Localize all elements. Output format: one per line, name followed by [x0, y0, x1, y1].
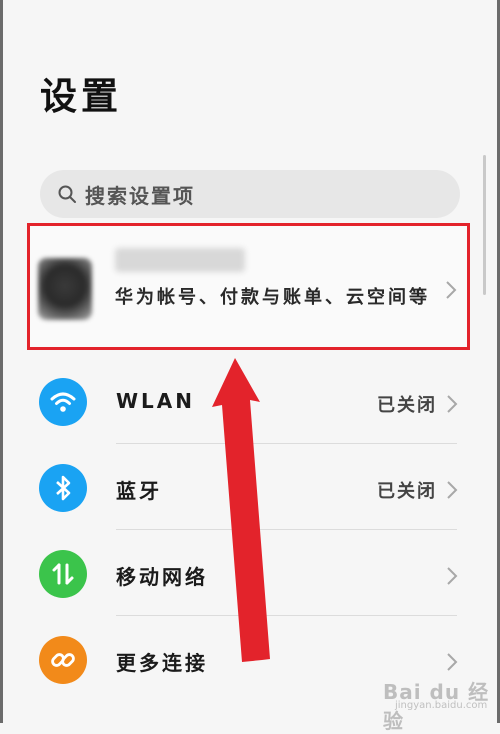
chevron-right-icon — [447, 653, 458, 671]
scrollbar[interactable] — [483, 155, 486, 295]
row-label: 移动网络 — [116, 565, 208, 589]
avatar — [38, 258, 92, 320]
settings-row-mobile-network[interactable]: 移动网络 — [3, 530, 497, 616]
search-bar[interactable]: 搜索设置项 — [40, 170, 460, 218]
page-title: 设置 — [40, 75, 122, 118]
search-icon — [58, 185, 76, 203]
row-label: 蓝牙 — [116, 479, 162, 503]
row-label: 更多连接 — [116, 651, 208, 675]
mobile-network-icon — [39, 550, 87, 598]
row-status: 已关闭 — [377, 395, 437, 416]
account-name-blurred — [115, 248, 245, 272]
account-card[interactable]: 华为帐号、付款与账单、云空间等 — [27, 223, 470, 350]
settings-list: WLAN 已关闭 蓝牙 已关闭 移动网络 更多连接 — [3, 358, 497, 723]
account-description: 华为帐号、付款与账单、云空间等 — [115, 287, 430, 308]
bluetooth-icon — [39, 464, 87, 512]
wifi-icon — [39, 378, 87, 426]
watermark-url: jingyan.baidu.com — [395, 700, 488, 711]
row-status: 已关闭 — [377, 481, 437, 502]
chevron-right-icon — [447, 481, 458, 499]
settings-row-wlan[interactable]: WLAN 已关闭 — [3, 358, 497, 444]
chevron-right-icon — [447, 567, 458, 585]
chevron-right-icon — [446, 281, 457, 299]
row-label: WLAN — [116, 389, 196, 413]
link-icon — [39, 636, 87, 684]
search-placeholder: 搜索设置项 — [85, 183, 195, 208]
chevron-right-icon — [447, 395, 458, 413]
settings-row-bluetooth[interactable]: 蓝牙 已关闭 — [3, 444, 497, 530]
